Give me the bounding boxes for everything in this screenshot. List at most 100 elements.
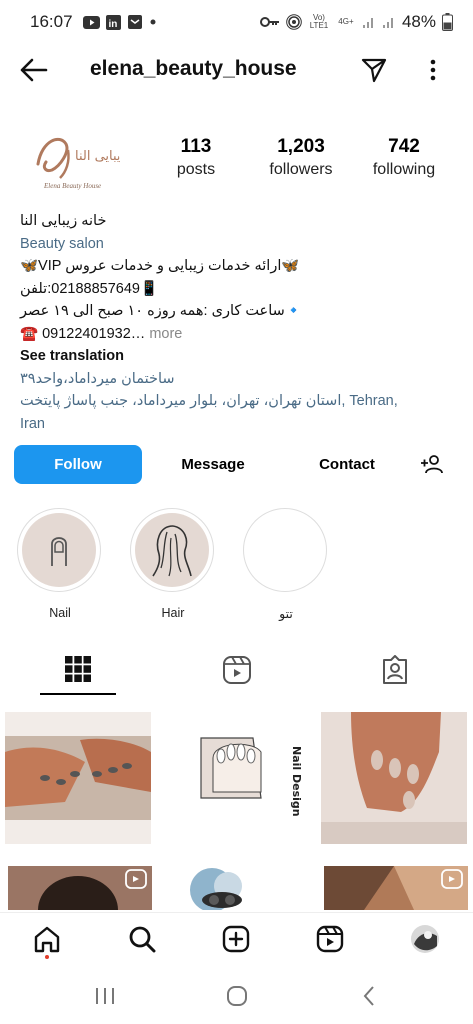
network-label: 4G+ bbox=[338, 17, 354, 26]
post-thumbnail-4[interactable] bbox=[8, 866, 152, 910]
home-nav[interactable] bbox=[33, 925, 61, 964]
volte-label: Vo) LTE1 bbox=[309, 13, 329, 30]
share-icon[interactable] bbox=[360, 56, 388, 89]
create-nav[interactable] bbox=[222, 925, 250, 958]
profile-bio: خانه زیبایی النا Beauty salon 🦋VIP ارائه… bbox=[20, 210, 460, 435]
home-icon bbox=[34, 926, 60, 959]
profile-nav[interactable] bbox=[410, 924, 440, 959]
nails-photo-1 bbox=[5, 736, 151, 820]
reels-nav-icon bbox=[316, 925, 344, 953]
post-thumbnail-2[interactable]: Nail Design bbox=[163, 712, 309, 844]
hotspot-icon bbox=[286, 14, 302, 30]
bio-name: خانه زیبایی النا bbox=[20, 213, 107, 229]
bio-line-phone: 📱02188857649:تلفن bbox=[20, 280, 159, 297]
stat-followers[interactable]: 1,203 followers bbox=[262, 136, 340, 179]
search-nav[interactable] bbox=[128, 925, 156, 958]
key-icon bbox=[259, 16, 280, 28]
hair-photo-2 bbox=[324, 866, 468, 910]
dot-icon bbox=[149, 18, 157, 26]
reels-tab[interactable] bbox=[222, 655, 252, 690]
more-options-icon[interactable] bbox=[424, 56, 442, 89]
back-system-button[interactable] bbox=[362, 985, 376, 1012]
battery-icon bbox=[442, 13, 453, 31]
logo-text: خانه زیبایی النا bbox=[75, 149, 120, 164]
nail-icon bbox=[51, 537, 67, 566]
follow-button[interactable]: Follow bbox=[14, 444, 142, 484]
bottom-navigation bbox=[0, 912, 473, 968]
logo-subtext: Elena Beauty House bbox=[43, 182, 101, 190]
youtube-icon bbox=[82, 15, 100, 29]
profile-actions: Follow Message Contact bbox=[14, 444, 460, 484]
profile-avatar-icon bbox=[411, 925, 439, 953]
post-thumbnail-5[interactable] bbox=[166, 866, 310, 910]
following-count: 742 bbox=[388, 136, 420, 157]
bio-line-hours: 🔹ساعت کاری :همه روزه ۱۰ صبح الی ۱۹ عصر bbox=[20, 303, 303, 319]
followers-count: 1,203 bbox=[277, 136, 325, 157]
message-button[interactable]: Message bbox=[142, 445, 284, 484]
highlight-tattoo[interactable]: تتو bbox=[243, 508, 329, 621]
hair-photo-1 bbox=[38, 869, 147, 910]
bio-more-link[interactable]: more bbox=[149, 326, 182, 342]
highlight-hair[interactable]: Hair bbox=[130, 508, 216, 620]
svg-text:in: in bbox=[108, 19, 117, 30]
status-time: 16:07 bbox=[30, 12, 73, 31]
create-post-icon bbox=[222, 925, 250, 953]
add-user-button[interactable] bbox=[410, 445, 454, 484]
following-label: following bbox=[372, 161, 436, 178]
recent-apps-button[interactable] bbox=[94, 986, 116, 1011]
followers-label: followers bbox=[269, 161, 333, 178]
nails-photo-2: Nail Design bbox=[200, 737, 303, 817]
nails-photo-3 bbox=[321, 712, 467, 844]
posts-label: posts bbox=[176, 161, 216, 178]
hair-icon bbox=[152, 525, 192, 577]
back-arrow-icon[interactable] bbox=[18, 56, 50, 89]
recent-apps-icon bbox=[96, 988, 114, 1004]
profile-username: elena_beauty_house bbox=[90, 57, 297, 80]
search-icon bbox=[129, 926, 156, 953]
profile-summary: خانه زیبایی النا Elena Beauty House 113 … bbox=[0, 118, 473, 208]
story-highlights: Nail Hair تتو bbox=[0, 508, 473, 621]
bio-address-line[interactable]: استان تهران، تهران، بلوار میرداماد، جنب … bbox=[20, 390, 460, 413]
posts-count: 113 bbox=[180, 136, 212, 157]
posts-grid: Nail Design bbox=[0, 710, 473, 910]
bio-line-mobile: ☎️ 09122401932… more bbox=[20, 323, 460, 346]
see-translation-link[interactable]: See translation bbox=[20, 345, 460, 368]
post-thumbnail-1[interactable] bbox=[5, 712, 151, 844]
highlight-nail-label: Nail bbox=[49, 606, 71, 620]
home-system-button[interactable] bbox=[226, 985, 248, 1012]
highlight-tattoo-label: تتو bbox=[279, 607, 293, 621]
profile-avatar[interactable]: خانه زیبایی النا Elena Beauty House bbox=[20, 122, 120, 208]
profile-tabs bbox=[0, 645, 473, 697]
active-tab-indicator bbox=[40, 693, 116, 695]
bio-mobile-text: ☎️ 09122401932… bbox=[20, 325, 146, 342]
bio-line-services: 🦋VIP ارائه خدمات زیبایی و خدمات عروس🦋 bbox=[20, 258, 300, 274]
post-thumbnail-3[interactable] bbox=[321, 712, 467, 844]
bio-address-country[interactable]: Iran bbox=[20, 413, 460, 436]
bio-category: Beauty salon bbox=[20, 235, 104, 252]
back-chevron-icon bbox=[363, 986, 374, 1006]
contact-button[interactable]: Contact bbox=[284, 445, 410, 484]
profile-header: elena_beauty_house bbox=[0, 44, 473, 96]
tagged-tab[interactable] bbox=[380, 655, 410, 690]
nail-design-text: Nail Design bbox=[290, 746, 303, 817]
grid-tab[interactable] bbox=[64, 655, 92, 688]
notification-icon bbox=[127, 14, 143, 30]
stat-following[interactable]: 742 following bbox=[368, 136, 440, 179]
highlight-nail[interactable]: Nail bbox=[17, 508, 103, 620]
salon-logo: خانه زیبایی النا Elena Beauty House bbox=[21, 123, 120, 207]
post-thumbnail-6[interactable] bbox=[324, 866, 468, 910]
reels-icon bbox=[223, 656, 251, 684]
tagged-icon bbox=[383, 655, 407, 684]
add-user-icon bbox=[421, 455, 443, 474]
signal-icon-2 bbox=[382, 15, 396, 29]
highlight-hair-label: Hair bbox=[161, 606, 185, 620]
reels-nav[interactable] bbox=[316, 925, 344, 958]
signal-icon bbox=[362, 15, 376, 29]
status-bar: 16:07 in Vo) LTE1 4G+ 48% bbox=[0, 0, 473, 44]
bio-address-unit[interactable]: ساختمان میرداماد،واحد۳۹ bbox=[20, 368, 460, 391]
portrait-photo bbox=[190, 868, 242, 910]
stat-posts: 113 posts bbox=[166, 136, 226, 179]
home-circle-icon bbox=[227, 986, 247, 1006]
battery-percent: 48% bbox=[401, 12, 436, 31]
linkedin-icon: in bbox=[105, 14, 121, 30]
